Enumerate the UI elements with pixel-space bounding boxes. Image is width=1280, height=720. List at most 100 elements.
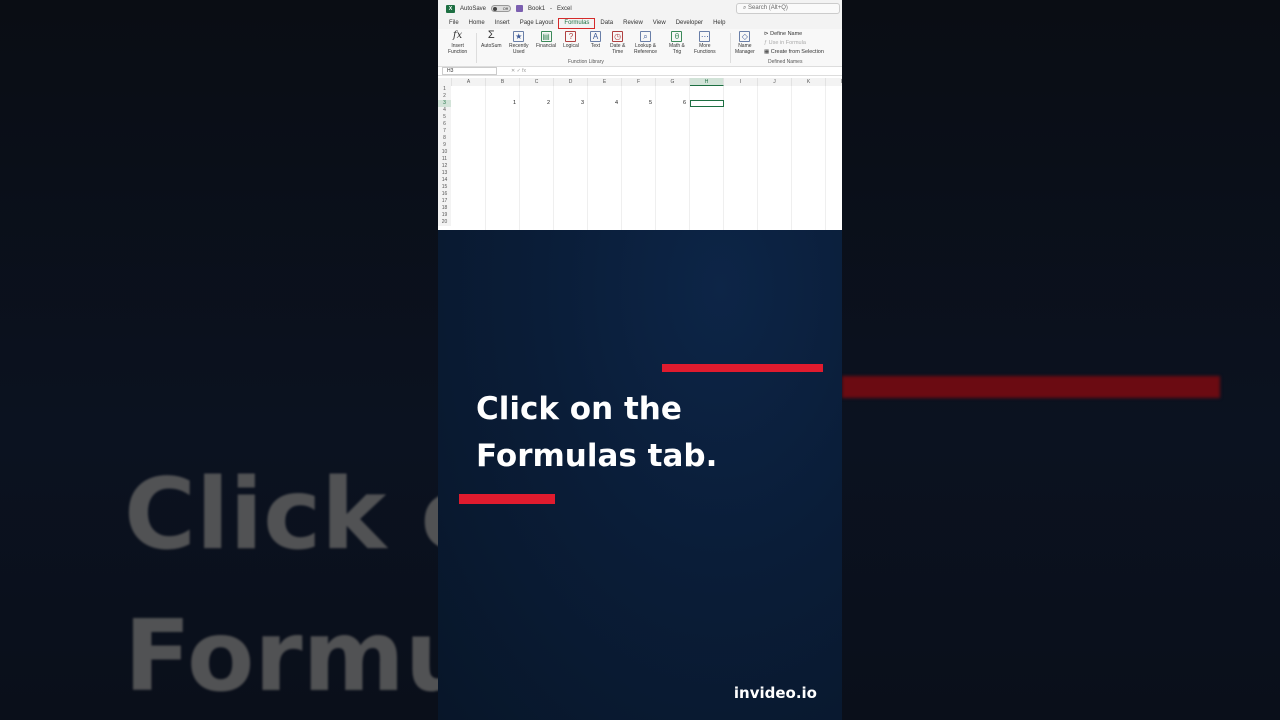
tab-developer[interactable]: Developer [671, 17, 708, 29]
row-header-20[interactable]: 20 [438, 219, 451, 226]
column-header-l[interactable]: L [826, 78, 842, 86]
define-name-button[interactable]: ⊳ Define Name [764, 31, 802, 37]
row-header-18[interactable]: 18 [438, 205, 451, 212]
date-time-button[interactable]: ◷ Date & Time [610, 31, 625, 55]
tab-insert[interactable]: Insert [490, 17, 515, 29]
ribbon-tabs: File Home Insert Page Layout Formulas Da… [438, 17, 842, 29]
autosave-toggle[interactable]: Off [491, 5, 512, 12]
insert-function-button[interactable]: fx Insert Function [448, 31, 468, 56]
column-gridline [485, 86, 486, 230]
row-header-14[interactable]: 14 [438, 177, 451, 184]
invideo-watermark: invideo.io [733, 684, 817, 702]
define-name-label: Define Name [770, 31, 803, 37]
excel-titlebar: X AutoSave Off Book1 - Excel ⌕ Search (A… [438, 0, 842, 17]
use-in-formula-label: Use in Formula [768, 40, 806, 46]
lookup-label-2: Reference [634, 49, 658, 55]
cell-value[interactable]: 4 [588, 100, 618, 107]
red-accent-bar-top [662, 364, 823, 372]
cell-value[interactable]: 5 [622, 100, 652, 107]
row-header-6[interactable]: 6 [438, 121, 451, 128]
row-header-7[interactable]: 7 [438, 128, 451, 135]
column-header-b[interactable]: B [486, 78, 520, 86]
autosum-button[interactable]: Σ AutoSum [481, 29, 502, 50]
use-in-formula-button[interactable]: ƒ Use in Formula [764, 40, 806, 46]
select-all-corner[interactable] [438, 78, 452, 86]
column-header-f[interactable]: F [622, 78, 656, 86]
red-accent-bar-bottom [459, 494, 555, 504]
tab-help[interactable]: Help [708, 17, 730, 29]
text-label: Text [590, 43, 601, 49]
caption-line2: Formulas tab. [476, 438, 718, 474]
column-gridline [587, 86, 588, 230]
tab-formulas[interactable]: Formulas [558, 17, 596, 29]
cell-value[interactable]: 6 [656, 100, 686, 107]
column-header-i[interactable]: I [724, 78, 758, 86]
column-header-k[interactable]: K [792, 78, 826, 86]
row-header-4[interactable]: 4 [438, 107, 451, 114]
logical-button[interactable]: ? Logical [563, 31, 579, 49]
formulas-ribbon: fx Insert Function Σ AutoSum ★ Recently … [438, 29, 842, 67]
row-header-3[interactable]: 3 [438, 100, 451, 107]
row-header-5[interactable]: 5 [438, 114, 451, 121]
row-header-12[interactable]: 12 [438, 163, 451, 170]
row-header-10[interactable]: 10 [438, 149, 451, 156]
column-header-h[interactable]: H [690, 78, 724, 86]
autosum-label: AutoSum [481, 43, 502, 49]
video-panel: X AutoSave Off Book1 - Excel ⌕ Search (A… [438, 0, 842, 720]
row-header-13[interactable]: 13 [438, 170, 451, 177]
sigma-icon: Σ [487, 29, 495, 41]
row-header-19[interactable]: 19 [438, 212, 451, 219]
column-header-a[interactable]: A [452, 78, 486, 86]
create-from-selection-button[interactable]: ▦ Create from Selection [764, 49, 824, 55]
name-box[interactable]: H3 [442, 67, 497, 75]
caption: Click on the Formulas tab. [476, 386, 816, 480]
formula-bar: H3 ✕ ✓ fx [438, 67, 842, 76]
financial-label: Financial [536, 43, 557, 49]
tab-file[interactable]: File [444, 17, 464, 29]
tab-data[interactable]: Data [595, 17, 618, 29]
create-from-selection-label: Create from Selection [770, 49, 824, 55]
financial-button[interactable]: ▤ Financial [536, 31, 556, 49]
selected-cell[interactable] [690, 100, 724, 107]
cell-value[interactable]: 1 [486, 100, 516, 107]
row-header-9[interactable]: 9 [438, 142, 451, 149]
theta-icon: θ [671, 31, 683, 42]
column-gridline [689, 86, 690, 230]
tab-review[interactable]: Review [618, 17, 648, 29]
title-separator: - [550, 5, 553, 12]
text-button[interactable]: A Text [590, 31, 601, 49]
row-header-8[interactable]: 8 [438, 135, 451, 142]
cell-value[interactable]: 3 [554, 100, 584, 107]
tab-view[interactable]: View [648, 17, 671, 29]
row-header-2[interactable]: 2 [438, 93, 451, 100]
column-gridline [655, 86, 656, 230]
tab-home[interactable]: Home [464, 17, 490, 29]
row-header-1[interactable]: 1 [438, 86, 451, 93]
more-functions-button[interactable]: ⋯ More Functions [694, 31, 716, 55]
save-icon[interactable] [516, 5, 524, 12]
name-manager-button[interactable]: ◇ Name Manager [735, 31, 755, 55]
row-header-15[interactable]: 15 [438, 184, 451, 191]
column-gridline [825, 86, 826, 230]
column-header-g[interactable]: G [656, 78, 690, 86]
worksheet-grid[interactable]: ABCDEFGHIJKL1234567891011121314151617181… [438, 78, 842, 230]
cell-value[interactable]: 2 [520, 100, 550, 107]
column-header-e[interactable]: E [588, 78, 622, 86]
file-name: Book1 [528, 5, 546, 12]
fx-icon[interactable]: ✕ ✓ fx [511, 68, 526, 74]
column-header-c[interactable]: C [520, 78, 554, 86]
insert-function-label-2: Function [448, 49, 468, 55]
column-header-j[interactable]: J [758, 78, 792, 86]
column-header-d[interactable]: D [554, 78, 588, 86]
row-header-16[interactable]: 16 [438, 191, 451, 198]
row-header-11[interactable]: 11 [438, 156, 451, 163]
tab-page-layout[interactable]: Page Layout [515, 17, 559, 29]
row-header-17[interactable]: 17 [438, 198, 451, 205]
lookup-reference-button[interactable]: ⌕ Lookup & Reference [634, 31, 657, 55]
more-functions-label-2: Functions [694, 49, 716, 55]
column-gridline [791, 86, 792, 230]
function-library-group-label: Function Library [568, 59, 604, 65]
recently-used-button[interactable]: ★ Recently Used [509, 31, 528, 55]
math-trig-button[interactable]: θ Math & Trig [669, 31, 685, 55]
search-box[interactable]: ⌕ Search (Alt+Q) [736, 3, 840, 14]
